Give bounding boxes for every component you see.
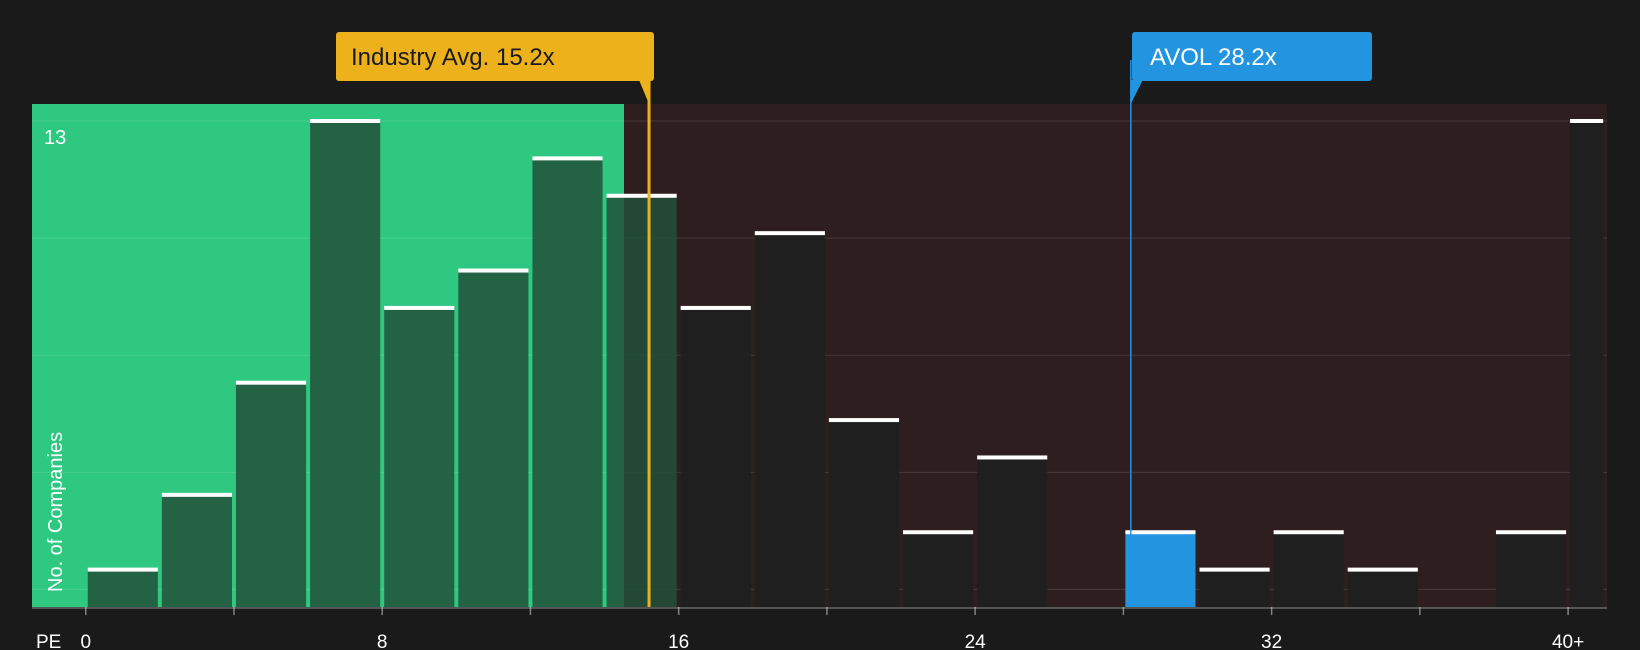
bar: [828, 420, 900, 607]
pe-distribution-chart: 0 8 16 24 32 40+ 13 No. of Companies PE Indus…: [32, 32, 1607, 650]
bar-cap: [1199, 567, 1270, 572]
bar: [1273, 532, 1344, 607]
bar: [606, 195, 677, 607]
bar: [680, 307, 751, 607]
bar-cap: [903, 530, 974, 535]
x-axis-title: PE: [36, 632, 61, 650]
bar-cap: [1125, 530, 1196, 535]
bar: [903, 532, 974, 607]
bar-cap: [1273, 530, 1344, 535]
bar-cap: [458, 268, 529, 273]
x-tick-label: 32: [1261, 632, 1282, 650]
bar: [1125, 532, 1196, 607]
bar-cap: [532, 156, 603, 161]
bar: [87, 569, 158, 607]
x-tick-label: 8: [377, 632, 388, 650]
bar-cap: [828, 418, 900, 423]
bar: [310, 121, 381, 607]
bar: [1199, 569, 1270, 607]
bar-cap: [1570, 119, 1604, 123]
bar: [161, 494, 232, 607]
bar: [384, 307, 455, 607]
bar: [1570, 121, 1604, 607]
bar-cap: [1347, 567, 1418, 572]
bar: [977, 457, 1048, 607]
bar-cap: [680, 305, 751, 310]
x-tick-label: 24: [965, 632, 987, 650]
industry-avg-label: Industry Avg. 15.2x: [351, 44, 555, 71]
bar-cap: [977, 455, 1048, 460]
x-axis: 0 8 16 24 32 40+: [32, 607, 1607, 650]
x-tick-label: 40+: [1552, 632, 1584, 650]
x-tick-label: 0: [80, 632, 91, 650]
y-axis-title: No. of Companies: [45, 432, 67, 592]
y-axis-max-label: 13: [44, 127, 66, 149]
bar: [754, 233, 825, 607]
bar-cap: [1495, 530, 1567, 535]
bar: [532, 158, 603, 607]
bar-cap: [161, 492, 232, 497]
bar-cap: [754, 231, 825, 236]
bar-cap: [310, 119, 381, 123]
x-tick-label: 16: [668, 632, 689, 650]
bar: [458, 270, 529, 607]
bar-cap: [384, 305, 455, 310]
company-label: AVOL 28.2x: [1150, 44, 1277, 71]
bar: [1347, 569, 1418, 607]
industry-avg-callout: Industry Avg. 15.2x: [336, 32, 654, 81]
company-pointer: [1130, 80, 1143, 104]
company-callout: AVOL 28.2x: [1132, 32, 1372, 81]
bar-cap: [606, 193, 677, 198]
bar-cap: [87, 567, 158, 572]
bar: [235, 382, 307, 607]
bar: [1495, 532, 1567, 607]
bar-cap: [235, 380, 307, 385]
